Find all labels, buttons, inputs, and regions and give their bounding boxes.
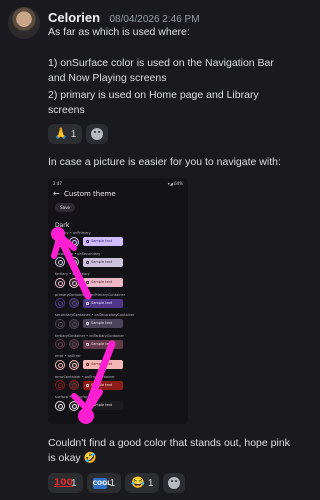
color-ring-icon — [55, 277, 65, 288]
color-row-label: surface • onSurface — [55, 395, 90, 399]
color-ring-icon — [69, 298, 79, 308]
reaction-count: 1 — [109, 477, 116, 489]
color-row-label: tertiary • onTertiary — [55, 272, 90, 276]
color-ring-icon — [55, 318, 65, 329]
sample-chip: Sample text — [83, 257, 123, 267]
add-reaction-icon — [91, 128, 104, 140]
status-time: 2:47 — [53, 181, 62, 186]
sample-chip: Sample text — [83, 380, 123, 390]
color-row: Sample text — [55, 277, 123, 288]
reactions-top: 🙏 1 — [48, 124, 109, 144]
reaction-pray[interactable]: 🙏 1 — [48, 124, 83, 144]
color-row: Sample text — [55, 236, 123, 247]
color-row-label: error • onError — [55, 354, 81, 358]
sample-chip: Sample text — [83, 278, 123, 287]
color-row: Sample text — [55, 339, 123, 350]
color-row: Sample text — [55, 298, 123, 309]
screen-title: Custom theme — [64, 190, 116, 198]
sample-text: Sample text — [91, 382, 113, 387]
message-text-line2: 2) primary is used on Home page and Libr… — [48, 89, 259, 116]
reaction-count: 1 — [71, 477, 77, 489]
sample-text: Sample text — [91, 321, 113, 325]
color-ring-icon — [69, 380, 79, 390]
color-row-label: secondaryContainer • onSecondaryContaine… — [55, 313, 135, 317]
username[interactable]: Celorien — [48, 10, 100, 25]
save-button: Save — [55, 203, 75, 212]
color-ring-icon — [55, 359, 65, 370]
color-row-label: primary • onPrimary — [55, 231, 91, 235]
attached-image[interactable]: 2:47 ▾◢ 64% ← Custom theme Save Dark pri… — [48, 178, 188, 424]
color-ring-icon — [69, 339, 79, 349]
color-row: Sample text — [55, 318, 123, 329]
sample-icon — [86, 281, 89, 284]
color-row-label: tertiaryContainer • onTertiaryContainer — [55, 333, 124, 338]
message-text-line1: 1) onSurface color is used on the Naviga… — [48, 57, 274, 84]
reaction-count: 1 — [147, 477, 154, 489]
color-row: Sample text — [55, 380, 123, 391]
add-reaction-button[interactable] — [86, 124, 109, 144]
sample-icon — [86, 404, 89, 407]
sample-text: Sample text — [91, 239, 113, 243]
sample-chip: Sample text — [83, 319, 123, 328]
sample-icon — [86, 301, 89, 305]
color-row: Sample text — [55, 257, 123, 268]
timestamp: 08/04/2026 2:46 PM — [109, 14, 200, 25]
color-ring-icon — [69, 359, 79, 370]
color-row-label: primaryContainer • onPrimaryContainer — [55, 292, 126, 297]
reaction-joy[interactable]: 😂 1 — [125, 473, 160, 493]
color-ring-icon — [55, 298, 65, 308]
reactions-bottom: 100 1 COOL 1 😂 1 — [48, 473, 186, 493]
reaction-100[interactable]: 100 1 — [48, 473, 83, 493]
cool-emoji-icon: COOL — [92, 477, 111, 489]
color-ring-icon — [55, 257, 65, 267]
sample-icon — [86, 240, 89, 243]
color-row-label: errorContainer • onErrorContainer — [55, 374, 115, 379]
back-arrow-icon: ← — [53, 189, 60, 198]
color-ring-icon — [55, 339, 65, 349]
reaction-cool[interactable]: COOL 1 — [86, 473, 122, 493]
status-icons: ▾◢ 64% — [167, 181, 183, 186]
sample-icon — [86, 342, 89, 346]
sample-chip: Sample text — [83, 360, 123, 369]
color-ring-icon — [69, 277, 79, 288]
reaction-count: 1 — [70, 128, 77, 140]
sample-icon — [86, 363, 89, 366]
add-reaction-icon — [168, 477, 181, 489]
color-row: Sample text — [55, 359, 123, 370]
sample-icon — [86, 383, 89, 387]
section-label: Dark — [55, 222, 70, 229]
sample-chip: Sample text — [83, 401, 123, 410]
avatar[interactable] — [8, 7, 40, 39]
color-ring-icon — [55, 236, 65, 247]
message-text-intro: As far as which is used where: — [48, 26, 190, 38]
color-ring-icon — [55, 400, 65, 411]
sample-text: Sample text — [91, 403, 113, 407]
sample-text: Sample text — [91, 300, 113, 305]
color-ring-icon — [69, 400, 79, 411]
sample-icon — [86, 260, 89, 264]
pray-emoji-icon: 🙏 — [54, 127, 68, 140]
sample-icon — [86, 322, 89, 325]
sample-chip: Sample text — [83, 339, 123, 349]
sample-text: Sample text — [91, 362, 113, 366]
message-text-outro: Couldn't find a good color that stands o… — [48, 437, 290, 464]
hundred-emoji-icon: 100 — [54, 477, 73, 488]
sample-text: Sample text — [91, 341, 113, 346]
message-text-picture: In case a picture is easier for you to n… — [48, 156, 281, 168]
color-row: Sample text — [55, 400, 123, 411]
sample-chip: Sample text — [83, 237, 123, 246]
sample-text: Sample text — [91, 259, 113, 264]
add-reaction-button[interactable] — [163, 473, 186, 493]
color-row-label: secondary • onSecondary — [55, 251, 101, 256]
sample-chip: Sample text — [83, 298, 123, 308]
sample-text: Sample text — [91, 280, 113, 284]
color-ring-icon — [55, 380, 65, 390]
color-ring-icon — [69, 236, 79, 247]
color-ring-icon — [69, 318, 79, 329]
joy-emoji-icon: 😂 — [131, 476, 145, 489]
color-ring-icon — [69, 257, 79, 267]
